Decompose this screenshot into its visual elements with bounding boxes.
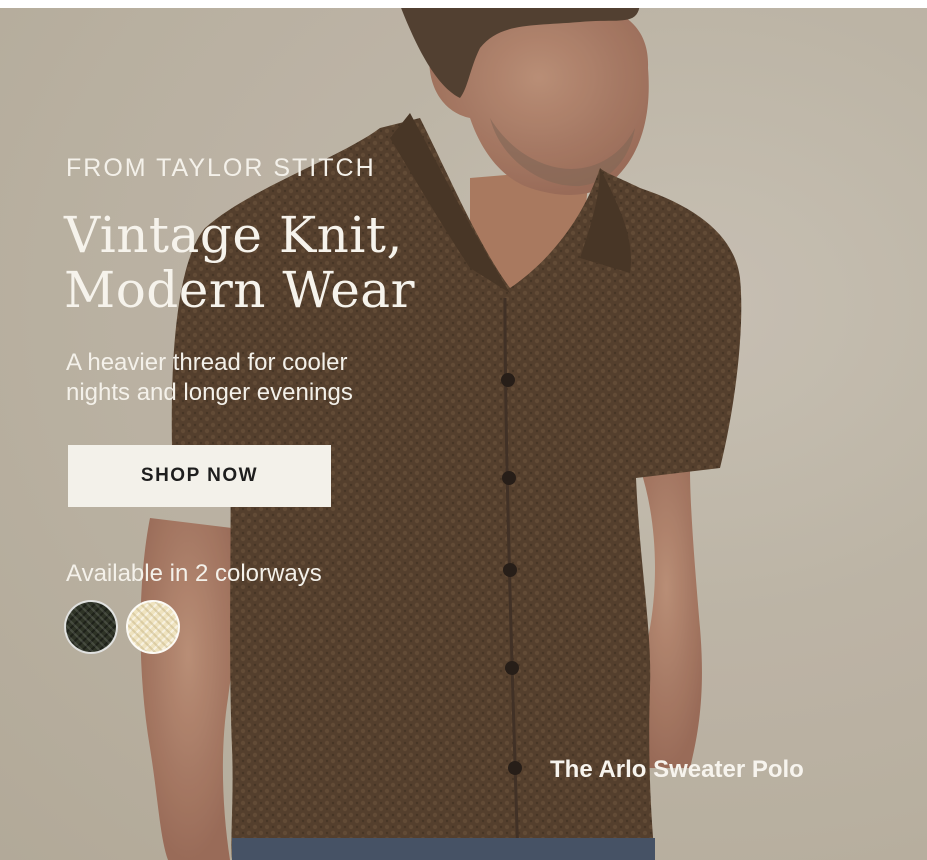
subhead-line-2: nights and longer evenings <box>66 379 353 406</box>
colorways-label: Available in 2 colorways <box>66 560 322 587</box>
hero-banner[interactable]: FROM TAYLOR STITCH Vintage Knit, Modern … <box>0 8 927 860</box>
swatch-cream[interactable] <box>126 600 180 654</box>
headline-line-2: Modern Wear <box>64 261 416 319</box>
headline-line-1: Vintage Knit, <box>64 206 403 264</box>
headline: Vintage Knit, Modern Wear <box>64 208 544 318</box>
eyebrow-text: FROM TAYLOR STITCH <box>66 154 376 182</box>
shop-now-button[interactable]: SHOP NOW <box>68 445 331 507</box>
subheadline: A heavier thread for cooler nights and l… <box>66 348 446 408</box>
model-photo <box>0 8 927 860</box>
swatch-dark-olive[interactable] <box>64 600 118 654</box>
subhead-line-1: A heavier thread for cooler <box>66 349 348 376</box>
colorway-swatches <box>64 600 180 654</box>
product-name[interactable]: The Arlo Sweater Polo <box>550 756 804 784</box>
